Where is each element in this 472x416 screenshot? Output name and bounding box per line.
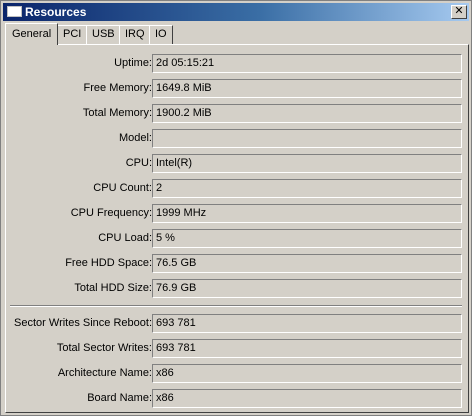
close-button[interactable]: ✕ <box>451 5 467 19</box>
total-sector-writes-label: Total Sector Writes: <box>56 342 152 354</box>
board-name-label: Board Name: <box>87 392 152 404</box>
row-total-memory: Total Memory: 1900.2 MiB <box>6 104 466 123</box>
free-memory-label: Free Memory: <box>83 82 152 94</box>
board-name-field[interactable]: x86 <box>152 389 462 408</box>
row-free-hdd-space: Free HDD Space: 76.5 GB <box>6 254 466 273</box>
cpu-label: CPU: <box>125 157 152 169</box>
row-model: Model: <box>6 129 466 148</box>
model-field[interactable] <box>152 129 462 148</box>
resources-window: Resources ✕ General PCI USB IRQ IO Uptim… <box>0 0 472 416</box>
row-board-name: Board Name: x86 <box>6 389 466 408</box>
free-hdd-space-field[interactable]: 76.5 GB <box>152 254 462 273</box>
total-hdd-size-field[interactable]: 76.9 GB <box>152 279 462 298</box>
tab-pci[interactable]: PCI <box>57 25 88 44</box>
model-label: Model: <box>118 132 152 144</box>
cpu-load-field[interactable]: 5 % <box>152 229 462 248</box>
free-memory-field[interactable]: 1649.8 MiB <box>152 79 462 98</box>
tab-general[interactable]: General <box>5 23 59 45</box>
tab-usb[interactable]: USB <box>86 25 121 44</box>
uptime-label: Uptime: <box>114 57 152 69</box>
row-cpu-load: CPU Load: 5 % <box>6 229 466 248</box>
cpu-count-label: CPU Count: <box>93 182 152 194</box>
total-sector-writes-field[interactable]: 693 781 <box>152 339 462 358</box>
tab-bar: General PCI USB IRQ IO <box>5 23 469 45</box>
section-divider <box>10 305 462 307</box>
row-cpu: CPU: Intel(R) <box>6 154 466 173</box>
free-hdd-space-label: Free HDD Space: <box>65 257 152 269</box>
window-title: Resources <box>25 5 87 19</box>
row-sector-writes-since-reboot: Sector Writes Since Reboot: 693 781 <box>6 314 466 333</box>
row-architecture-name: Architecture Name: x86 <box>6 364 466 383</box>
row-total-sector-writes: Total Sector Writes: 693 781 <box>6 339 466 358</box>
cpu-load-label: CPU Load: <box>98 232 152 244</box>
row-cpu-frequency: CPU Frequency: 1999 MHz <box>6 204 466 223</box>
row-cpu-count: CPU Count: 2 <box>6 179 466 198</box>
title-bar[interactable]: Resources ✕ <box>3 3 469 21</box>
architecture-name-label: Architecture Name: <box>57 367 152 379</box>
cpu-field[interactable]: Intel(R) <box>152 154 462 173</box>
cpu-frequency-field[interactable]: 1999 MHz <box>152 204 462 223</box>
row-free-memory: Free Memory: 1649.8 MiB <box>6 79 466 98</box>
total-memory-label: Total Memory: <box>82 107 152 119</box>
sector-writes-since-reboot-field[interactable]: 693 781 <box>152 314 462 333</box>
sector-writes-since-reboot-label: Sector Writes Since Reboot: <box>14 317 152 329</box>
row-total-hdd-size: Total HDD Size: 76.9 GB <box>6 279 466 298</box>
total-memory-field[interactable]: 1900.2 MiB <box>152 104 462 123</box>
cpu-frequency-label: CPU Frequency: <box>70 207 152 219</box>
window-icon <box>7 6 22 17</box>
row-uptime: Uptime: 2d 05:15:21 <box>6 54 466 73</box>
total-hdd-size-label: Total HDD Size: <box>74 282 152 294</box>
uptime-field[interactable]: 2d 05:15:21 <box>152 54 462 73</box>
tab-irq[interactable]: IRQ <box>119 25 151 44</box>
general-panel: Uptime: 2d 05:15:21 Free Memory: 1649.8 … <box>5 44 469 413</box>
tab-io[interactable]: IO <box>149 25 173 44</box>
cpu-count-field[interactable]: 2 <box>152 179 462 198</box>
architecture-name-field[interactable]: x86 <box>152 364 462 383</box>
